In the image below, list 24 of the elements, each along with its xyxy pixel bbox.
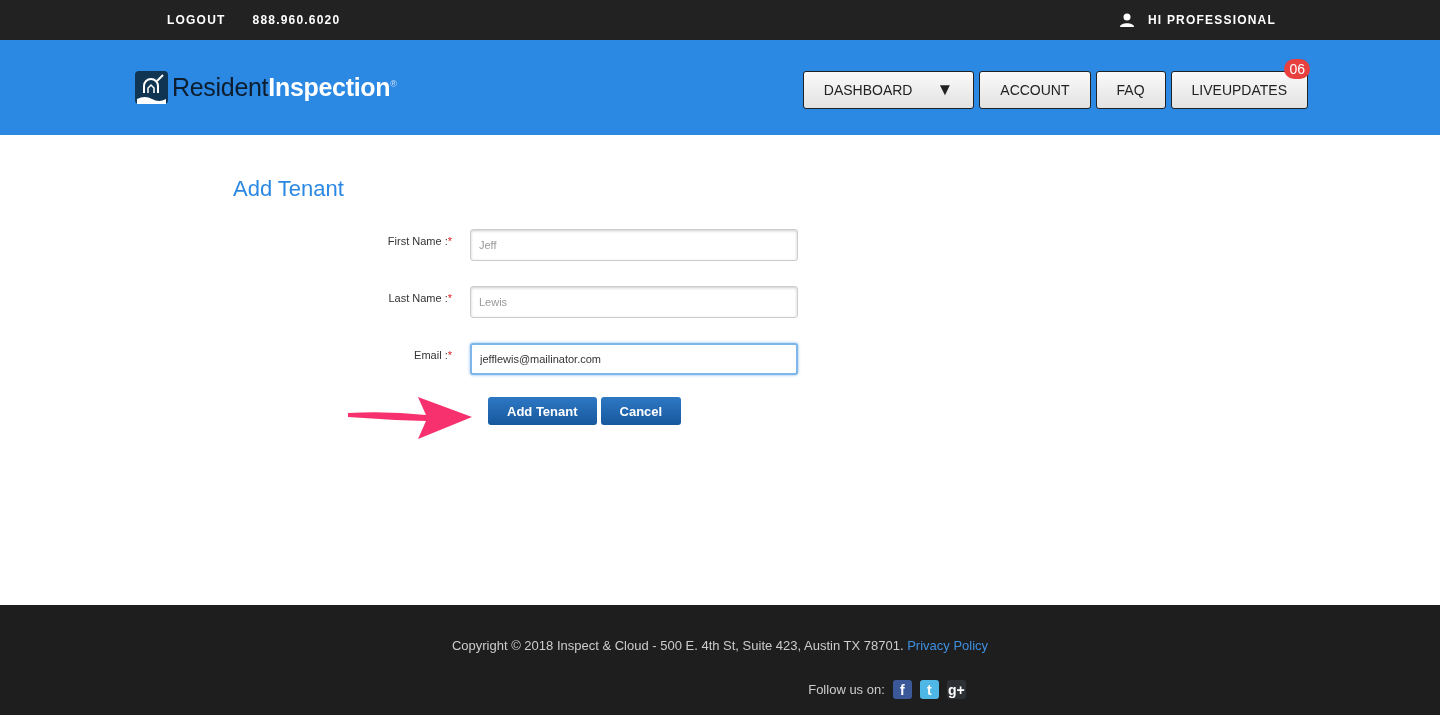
text-input-field[interactable]: jefflewis@mailinator.com (470, 342, 798, 375)
google-plus-icon[interactable]: g+ (946, 680, 966, 699)
page-title: Add Tenant (233, 175, 345, 202)
text-input-field[interactable]: Jeff (470, 228, 798, 261)
greeting-text: HI PROFESSIONAL (1148, 13, 1276, 27)
cancel-button[interactable]: Cancel (600, 397, 682, 425)
top-bar-link[interactable]: LOGOUT (167, 13, 226, 27)
submit-button[interactable]: Add Tenant (488, 397, 597, 425)
user-icon (1120, 13, 1134, 27)
nav-button[interactable]: FAQ (1095, 70, 1166, 109)
logo-wordmark: ResidentInspection$^{®}$ (172, 73, 397, 102)
facebook-icon[interactable]: f (892, 680, 912, 699)
text-input-field[interactable]: Lewis (470, 285, 798, 318)
notification-badge: 06 (1284, 58, 1310, 79)
nav-button[interactable]: ACCOUNT (979, 70, 1091, 109)
nav-dropdown-button[interactable]: DASHBOARD ▼ (802, 70, 975, 109)
top-bar-link[interactable]: 888.960.6020 (252, 13, 341, 27)
copyright-text: Copyright © 2018 Inspect & Cloud - 500 E. 4th St, Suite 423, Austin TX 78701. Privacy Policy (451, 638, 989, 653)
house-logo-icon (135, 71, 168, 104)
field-label: Last Name :* (387, 291, 453, 304)
follow-text: Follow us on: (808, 682, 885, 697)
field-label: First Name :* (386, 234, 453, 247)
field-label: Email :* (413, 348, 453, 361)
privacy-policy-link[interactable]: Privacy Policy (907, 638, 989, 653)
